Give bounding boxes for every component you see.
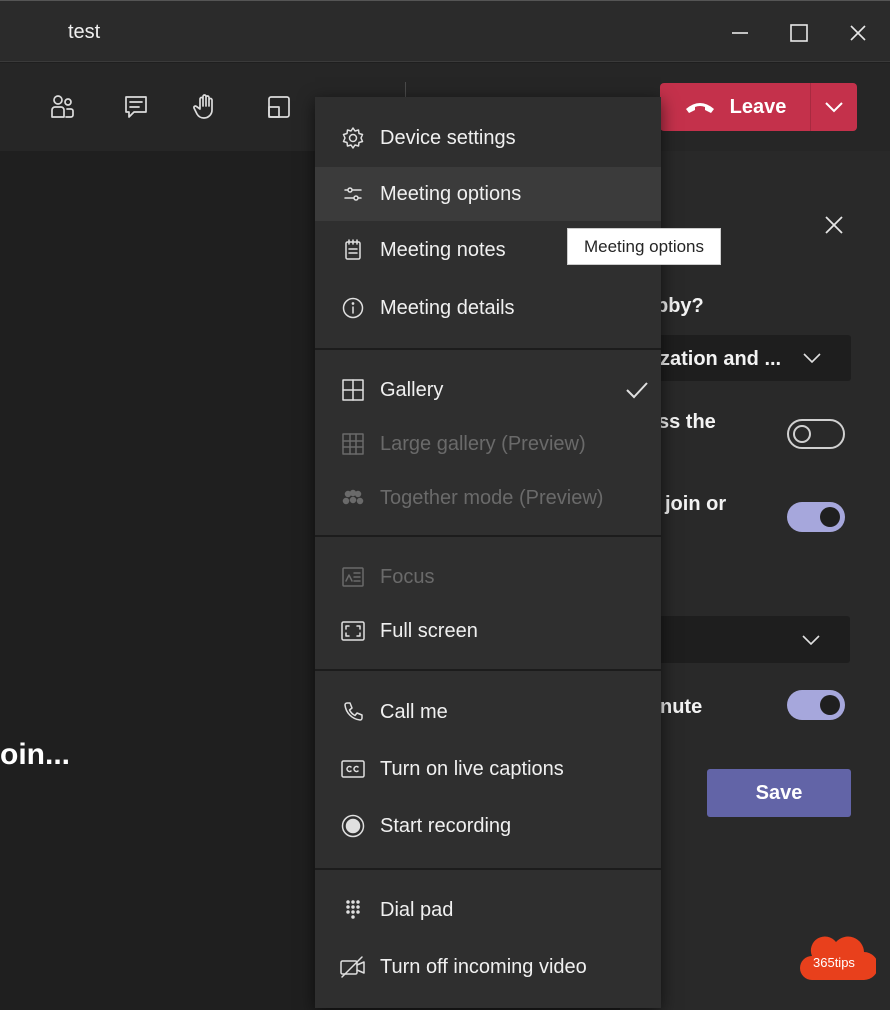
- maximize-button[interactable]: [781, 15, 817, 51]
- watermark-text: 365tips: [813, 955, 855, 970]
- phone-icon: [340, 699, 366, 725]
- menu-item-gallery[interactable]: Gallery: [315, 363, 661, 417]
- bypass-label: ss the: [658, 411, 716, 433]
- chat-icon: [125, 96, 147, 118]
- minimize-icon: [732, 32, 748, 34]
- chat-button[interactable]: [119, 90, 153, 124]
- toggle-knob: [793, 425, 811, 443]
- toggle-knob: [820, 695, 840, 715]
- chevron-down-icon: [802, 634, 820, 645]
- mute-toggle[interactable]: [787, 690, 845, 720]
- video-off-icon: [340, 954, 366, 980]
- menu-item-turn-off-incoming-video[interactable]: Turn off incoming video: [315, 940, 661, 994]
- menu-item-label: Together mode (Preview): [380, 486, 604, 509]
- announce-toggle[interactable]: [787, 502, 845, 532]
- leave-button[interactable]: Leave: [660, 83, 810, 131]
- title-bar: test: [0, 0, 890, 62]
- menu-item-live-captions[interactable]: Turn on live captions: [315, 742, 661, 796]
- save-button[interactable]: Save: [707, 769, 851, 817]
- teams-meeting-window: test Leave oin... bby? zation and ... ss…: [0, 0, 890, 1010]
- close-icon: [825, 216, 843, 234]
- menu-item-label: Device settings: [380, 126, 516, 149]
- menu-item-label: Meeting notes: [380, 238, 506, 261]
- maximize-icon: [790, 24, 808, 42]
- sliders-icon: [340, 181, 366, 207]
- notes-icon: [340, 237, 366, 263]
- window-title: test: [68, 21, 101, 43]
- menu-item-label: Start recording: [380, 814, 512, 837]
- waiting-to-join-text: oin...: [0, 738, 70, 771]
- participants-button[interactable]: [45, 90, 79, 124]
- menu-item-large-gallery: Large gallery (Preview): [315, 417, 661, 471]
- captions-icon: [340, 756, 366, 782]
- large-gallery-icon: [340, 431, 366, 457]
- menu-separator: [315, 868, 661, 870]
- menu-item-label: Large gallery (Preview): [380, 432, 586, 455]
- menu-item-label: Call me: [380, 700, 448, 723]
- chevron-down-icon: [803, 353, 821, 363]
- menu-item-label: Meeting details: [380, 296, 515, 319]
- bypass-toggle[interactable]: [787, 419, 845, 449]
- share-tray-button[interactable]: [262, 90, 296, 124]
- menu-item-label: Gallery: [380, 378, 444, 401]
- mute-label: nute: [660, 696, 703, 718]
- raise-hand-icon: [193, 94, 213, 119]
- menu-separator: [315, 535, 661, 537]
- minimize-button[interactable]: [722, 15, 758, 51]
- leave-label: Leave: [729, 95, 787, 118]
- leave-options-button[interactable]: [811, 83, 857, 131]
- menu-item-start-recording[interactable]: Start recording: [315, 799, 661, 853]
- menu-item-meeting-options[interactable]: Meeting options: [315, 167, 661, 221]
- dialpad-icon: [340, 897, 366, 923]
- announce-label: join or: [665, 493, 727, 515]
- menu-item-dial-pad[interactable]: Dial pad: [315, 883, 661, 937]
- raise-hand-button[interactable]: [189, 90, 223, 124]
- menu-item-label: Focus: [380, 565, 435, 588]
- toggle-knob: [820, 507, 840, 527]
- menu-item-together-mode: Together mode (Preview): [315, 471, 661, 525]
- menu-separator: [315, 669, 661, 671]
- menu-item-focus: Focus: [315, 550, 661, 604]
- menu-item-full-screen[interactable]: Full screen: [315, 604, 661, 658]
- menu-item-label: Dial pad: [380, 898, 454, 921]
- close-window-button[interactable]: [840, 15, 876, 51]
- menu-item-call-me[interactable]: Call me: [315, 685, 661, 739]
- menu-item-device-settings[interactable]: Device settings: [315, 111, 661, 165]
- hang-up-icon: [685, 103, 714, 113]
- participants-icon: [51, 95, 74, 118]
- info-icon: [340, 295, 366, 321]
- lobby-select-value: zation and ...: [660, 348, 782, 370]
- lobby-question: bby?: [656, 295, 704, 317]
- chevron-down-icon: [825, 102, 843, 113]
- menu-item-label: Full screen: [380, 619, 478, 642]
- focus-icon: [340, 564, 366, 590]
- gear-icon: [340, 125, 366, 151]
- together-mode-icon: [340, 485, 366, 511]
- meeting-options-tooltip: Meeting options: [567, 228, 721, 265]
- panel-close-button[interactable]: [823, 214, 845, 236]
- record-icon: [340, 813, 366, 839]
- close-icon: [850, 25, 866, 41]
- menu-item-label: Turn on live captions: [380, 757, 564, 780]
- gallery-icon: [340, 377, 366, 403]
- leave-button-group: Leave: [660, 83, 857, 131]
- menu-item-meeting-details[interactable]: Meeting details: [315, 281, 661, 335]
- menu-item-label: Meeting options: [380, 182, 522, 205]
- share-tray-icon: [268, 96, 290, 118]
- fullscreen-icon: [340, 618, 366, 644]
- checkmark-icon: [626, 382, 648, 399]
- menu-item-label: Turn off incoming video: [380, 955, 587, 978]
- menu-separator: [315, 348, 661, 350]
